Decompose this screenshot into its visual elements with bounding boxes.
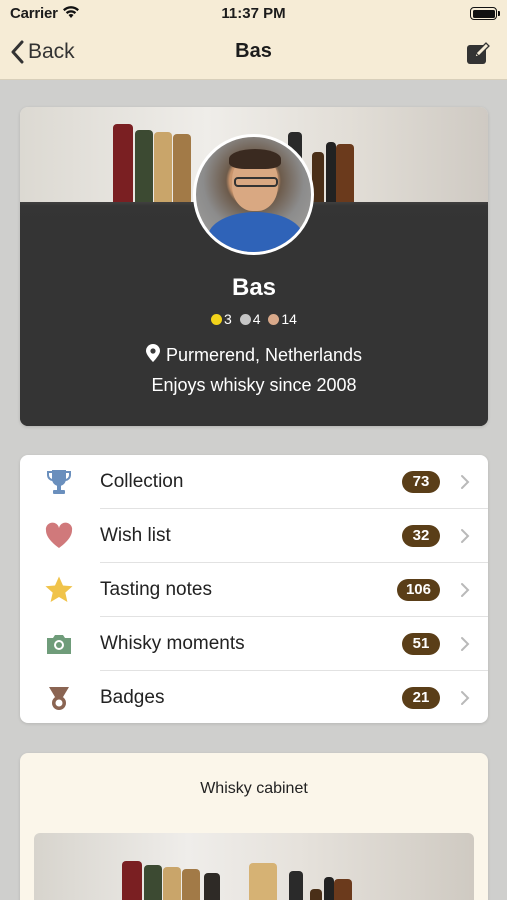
edit-icon[interactable] bbox=[465, 40, 491, 66]
silver-dot-icon bbox=[239, 313, 251, 325]
profile-menu: Collection 73 Wish list 32 Tasting notes… bbox=[20, 455, 488, 723]
page-title: Bas bbox=[235, 40, 272, 62]
chevron-right-icon bbox=[461, 529, 470, 543]
medal-counts: 3 4 14 bbox=[20, 311, 488, 328]
profile-since: Enjoys whisky since 2008 bbox=[151, 375, 357, 395]
profile-location: Purmerend, Netherlands bbox=[20, 344, 488, 366]
chevron-right-icon bbox=[461, 583, 470, 597]
bronze-medal-count: 14 bbox=[268, 311, 297, 327]
silver-medal-count: 4 bbox=[239, 311, 261, 327]
top-bar: Carrier 11:37 PM Back Bas bbox=[0, 0, 507, 80]
menu-item-collection[interactable]: Collection 73 bbox=[20, 455, 488, 509]
star-icon bbox=[45, 576, 73, 602]
battery-icon bbox=[470, 7, 500, 20]
badge-icon bbox=[49, 687, 69, 710]
avatar bbox=[193, 134, 314, 255]
count-badge: 51 bbox=[402, 633, 440, 655]
count-badge: 21 bbox=[402, 687, 440, 709]
bronze-dot-icon bbox=[268, 313, 280, 325]
cabinet-photo[interactable] bbox=[34, 833, 474, 900]
menu-item-whisky-moments[interactable]: Whisky moments 51 bbox=[20, 617, 488, 671]
chevron-right-icon bbox=[461, 637, 470, 651]
count-badge: 32 bbox=[402, 525, 440, 547]
navigation-bar: Back Bas bbox=[0, 28, 507, 78]
count-badge: 73 bbox=[402, 471, 440, 493]
trophy-icon bbox=[47, 470, 71, 494]
menu-item-wish-list[interactable]: Wish list 32 bbox=[20, 509, 488, 563]
count-badge: 106 bbox=[396, 579, 440, 601]
whisky-cabinet-card[interactable]: Whisky cabinet bbox=[20, 753, 488, 900]
cabinet-title: Whisky cabinet bbox=[200, 780, 308, 797]
status-bar: Carrier 11:37 PM bbox=[0, 0, 507, 28]
chevron-right-icon bbox=[461, 475, 470, 489]
menu-item-tasting-notes[interactable]: Tasting notes 106 bbox=[20, 563, 488, 617]
profile-card: Bas 3 4 14 Purmerend, Netherlands Enjoys… bbox=[20, 107, 488, 426]
gold-medal-count: 3 bbox=[211, 311, 232, 327]
chevron-right-icon bbox=[461, 691, 470, 705]
clock: 11:37 PM bbox=[221, 5, 286, 22]
profile-name: Bas bbox=[231, 274, 277, 301]
location-pin-icon bbox=[145, 344, 160, 362]
camera-icon bbox=[47, 635, 71, 654]
heart-icon bbox=[45, 522, 73, 548]
menu-item-badges[interactable]: Badges 21 bbox=[20, 671, 488, 723]
gold-dot-icon bbox=[211, 313, 223, 325]
